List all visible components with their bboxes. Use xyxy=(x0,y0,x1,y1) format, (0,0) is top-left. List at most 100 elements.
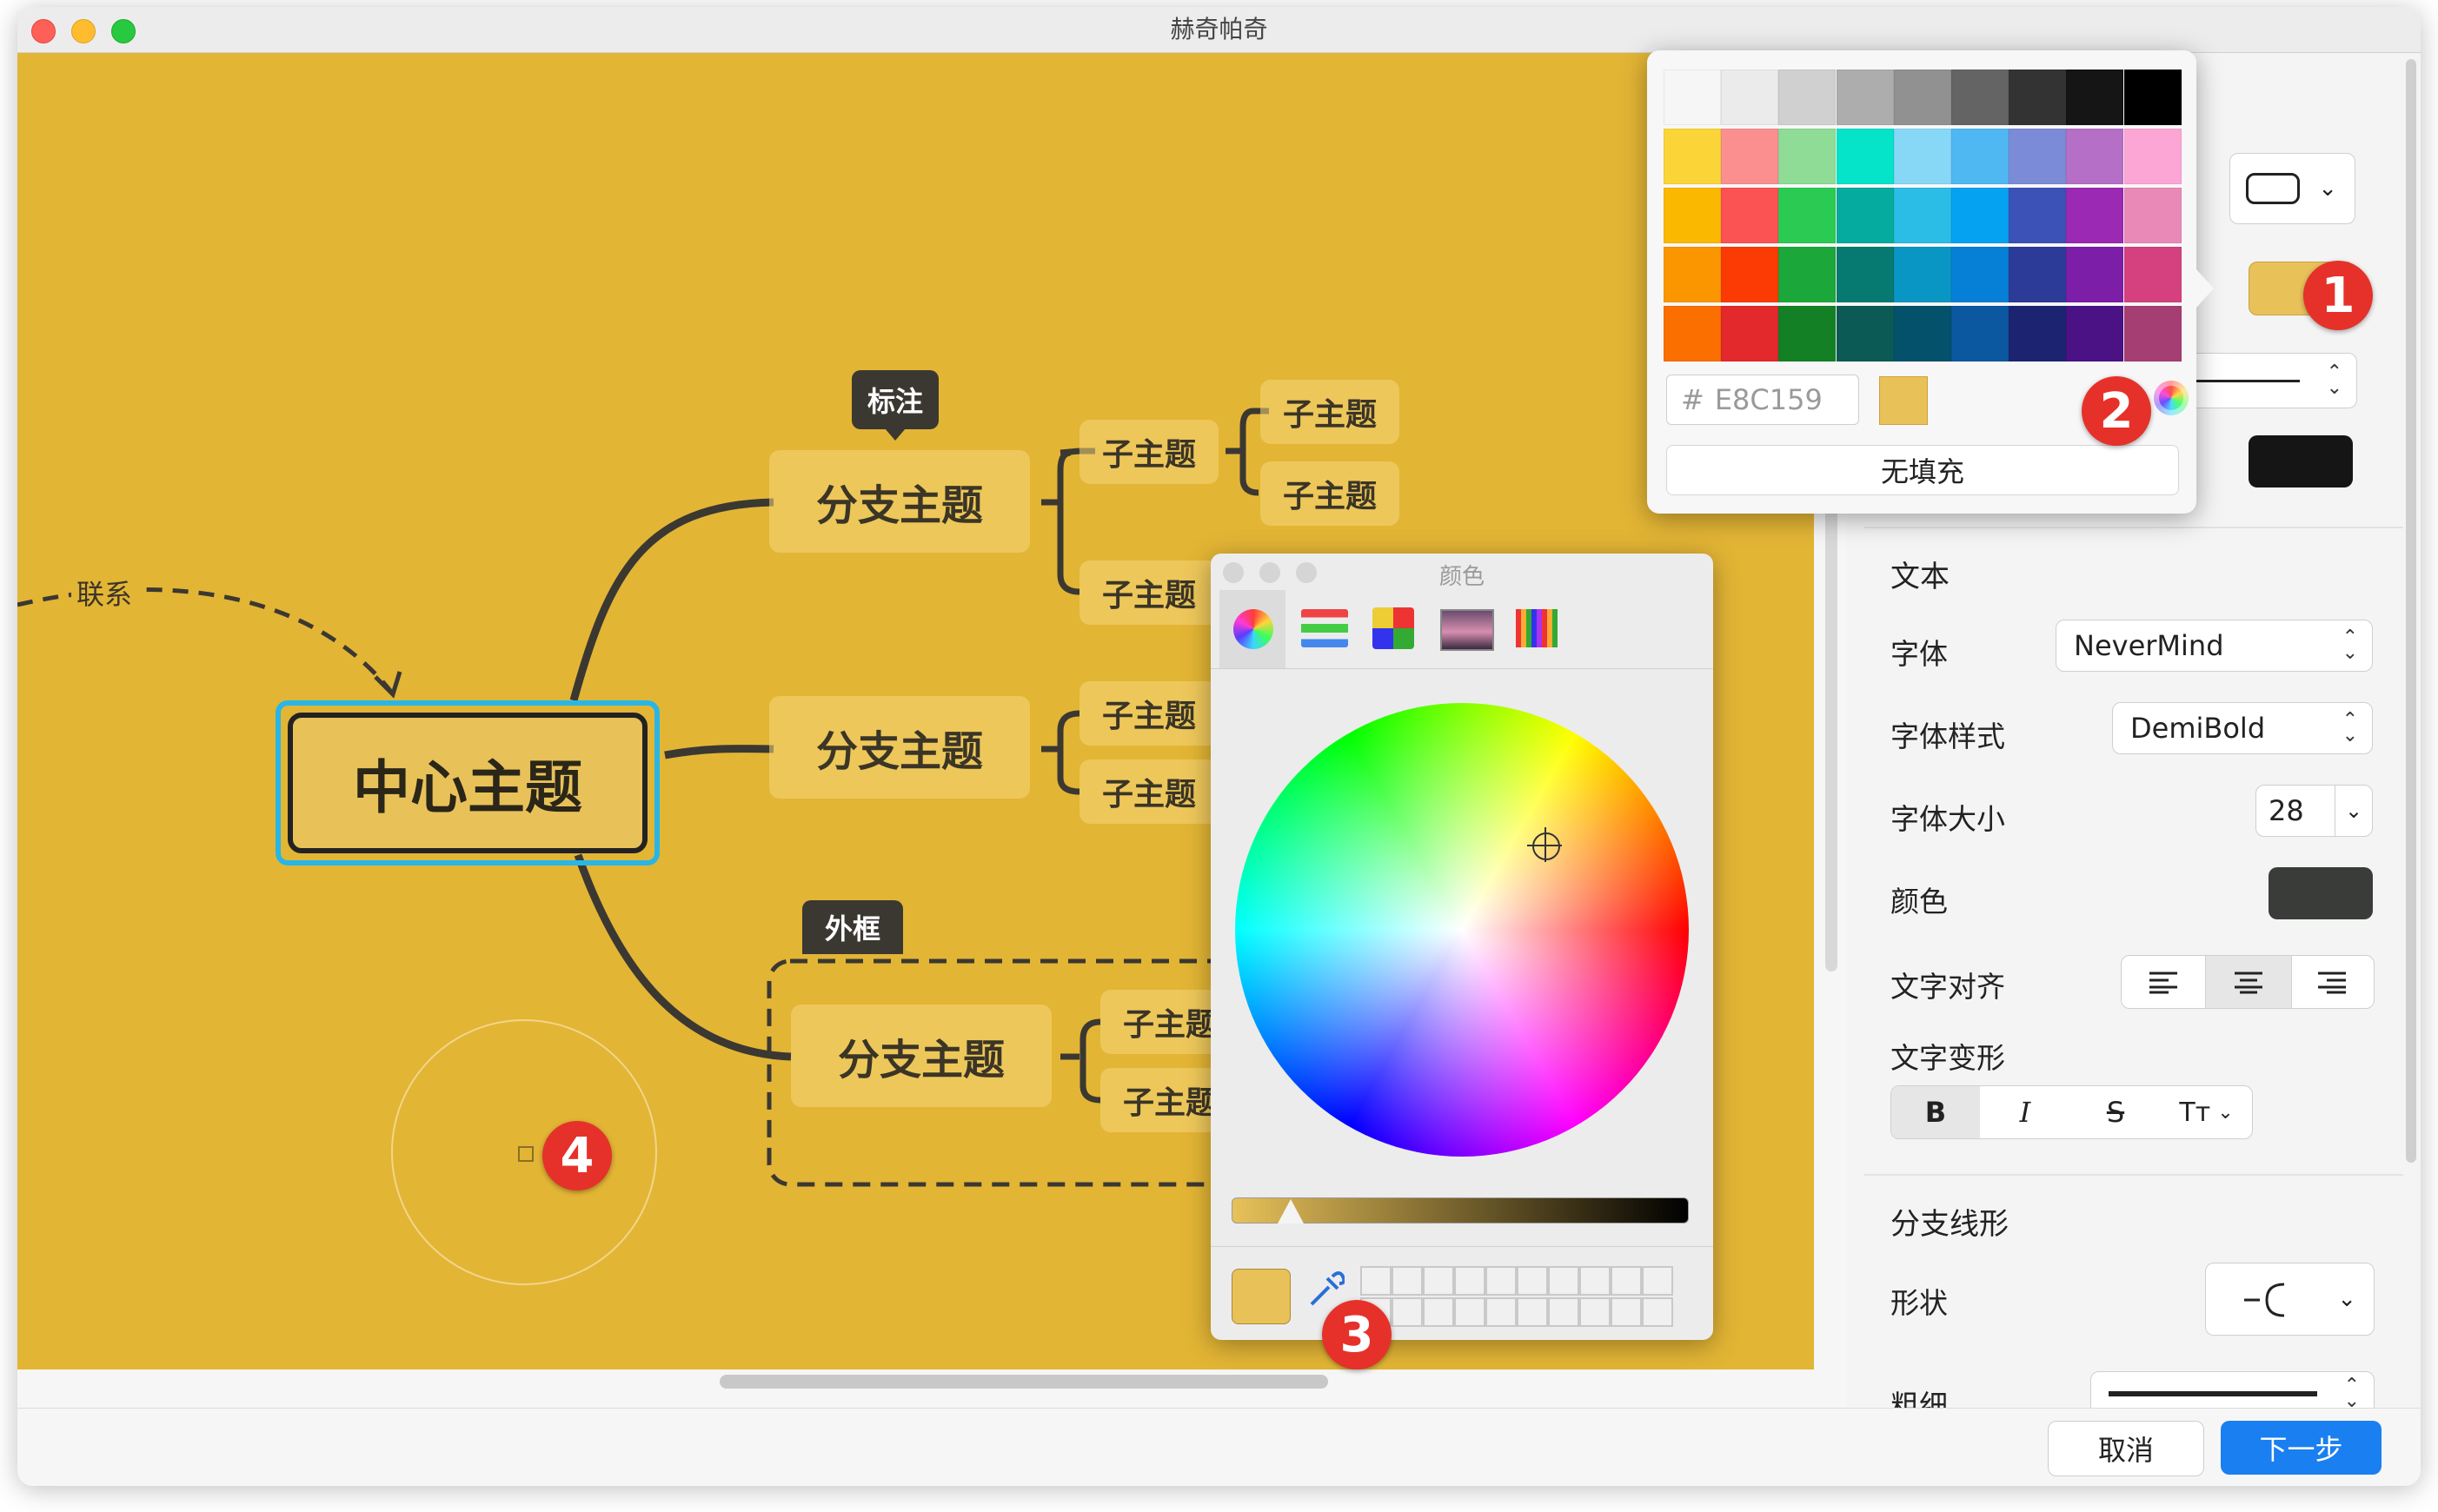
color-swatch-cell[interactable] xyxy=(1778,306,1837,361)
color-swatch-cell[interactable] xyxy=(2066,247,2124,302)
sub-topic-1b[interactable]: 子主题 xyxy=(1079,560,1219,625)
color-wheel-icon[interactable] xyxy=(2154,381,2189,415)
horizontal-scrollbar[interactable] xyxy=(720,1375,1328,1389)
saved-color-well[interactable] xyxy=(1548,1266,1579,1296)
color-palettes-tab[interactable] xyxy=(1367,604,1419,653)
color-swatch-cell[interactable] xyxy=(1951,129,2009,184)
color-swatch-cell[interactable] xyxy=(1721,247,1779,302)
color-swatch-cell[interactable] xyxy=(1893,247,1951,302)
color-swatch-cell[interactable] xyxy=(1664,70,1721,125)
relation-label[interactable]: 联系 xyxy=(71,573,138,613)
saved-color-well[interactable] xyxy=(1642,1297,1673,1327)
align-right-button[interactable] xyxy=(2290,956,2374,1008)
color-swatch-cell[interactable] xyxy=(1721,129,1779,184)
saved-color-well[interactable] xyxy=(1454,1297,1485,1327)
color-swatch-cell[interactable] xyxy=(1836,306,1894,361)
strikethrough-button[interactable]: S xyxy=(2070,1086,2161,1138)
sub-topic-1a-i[interactable]: 子主题 xyxy=(1260,380,1399,444)
font-select[interactable]: NeverMind ⌃ ⌄ xyxy=(2056,620,2373,672)
color-swatch-cell[interactable] xyxy=(1893,306,1951,361)
chevron-down-icon[interactable]: ⌄ xyxy=(2335,786,2372,836)
color-swatch-cell[interactable] xyxy=(1721,306,1779,361)
image-palettes-tab[interactable] xyxy=(1438,604,1494,653)
color-sliders-tab[interactable] xyxy=(1298,604,1350,653)
color-swatch-cell[interactable] xyxy=(2009,188,2067,243)
color-swatch-cell[interactable] xyxy=(1778,70,1837,125)
color-swatch-cell[interactable] xyxy=(1721,70,1779,125)
color-swatch-cell[interactable] xyxy=(1836,129,1894,184)
color-swatch-cell[interactable] xyxy=(2123,70,2182,125)
color-swatch-cell[interactable] xyxy=(1893,129,1951,184)
text-case-button[interactable]: Tт ⌄ xyxy=(2161,1086,2252,1138)
shape-select[interactable]: ⌄ xyxy=(2229,153,2355,224)
color-swatch-cell[interactable] xyxy=(1778,188,1837,243)
saved-color-well[interactable] xyxy=(1360,1266,1392,1296)
font-style-select[interactable]: DemiBold ⌃ ⌄ xyxy=(2112,702,2373,754)
border-style-select[interactable]: ⌃ ⌄ xyxy=(2169,353,2357,408)
color-wheel-tab[interactable] xyxy=(1219,590,1285,668)
line-shape-select[interactable]: ⌄ xyxy=(2205,1263,2375,1336)
color-swatch-cell[interactable] xyxy=(1778,247,1837,302)
color-swatch-cell[interactable] xyxy=(1893,188,1951,243)
saved-color-well[interactable] xyxy=(1579,1297,1611,1327)
color-swatch-cell[interactable] xyxy=(2066,188,2124,243)
saved-color-well[interactable] xyxy=(1454,1266,1485,1296)
color-swatch-cell[interactable] xyxy=(2123,188,2182,243)
branch-topic-3[interactable]: 分支主题 xyxy=(791,1005,1052,1107)
border-color-swatch[interactable] xyxy=(2249,435,2353,487)
saved-color-well[interactable] xyxy=(1392,1266,1423,1296)
sub-topic-1a[interactable]: 子主题 xyxy=(1079,420,1219,484)
sub-topic-2b[interactable]: 子主题 xyxy=(1079,759,1219,824)
bold-button[interactable]: B xyxy=(1891,1086,1980,1138)
color-swatch-cell[interactable] xyxy=(1664,188,1721,243)
color-swatch-cell[interactable] xyxy=(1836,188,1894,243)
font-size-combo[interactable]: 28 ⌄ xyxy=(2255,785,2373,837)
saved-color-well[interactable] xyxy=(1423,1266,1454,1296)
central-topic-selection[interactable]: 中心主题 xyxy=(276,700,660,865)
color-swatch-cell[interactable] xyxy=(1664,129,1721,184)
color-swatch-cell[interactable] xyxy=(1951,188,2009,243)
saved-color-well[interactable] xyxy=(1611,1297,1642,1327)
boundary-label[interactable]: 外框 xyxy=(802,900,903,954)
color-swatch-cell[interactable] xyxy=(2066,129,2124,184)
color-swatch-cell[interactable] xyxy=(2123,129,2182,184)
color-swatch-cell[interactable] xyxy=(1951,70,2009,125)
cancel-button[interactable]: 取消 xyxy=(2048,1421,2204,1476)
central-topic[interactable]: 中心主题 xyxy=(288,713,648,853)
color-swatch-cell[interactable] xyxy=(1664,306,1721,361)
branch-topic-2[interactable]: 分支主题 xyxy=(769,696,1030,799)
color-swatch-cell[interactable] xyxy=(2009,129,2067,184)
color-swatch-cell[interactable] xyxy=(1836,247,1894,302)
saved-color-well[interactable] xyxy=(1485,1266,1517,1296)
color-swatch-cell[interactable] xyxy=(1951,247,2009,302)
color-swatch-cell[interactable] xyxy=(2123,306,2182,361)
align-center-button[interactable] xyxy=(2205,956,2292,1008)
panel-scrollbar[interactable] xyxy=(2406,59,2416,1163)
brightness-slider-knob[interactable] xyxy=(1278,1199,1304,1224)
color-swatch-cell[interactable] xyxy=(1951,306,2009,361)
color-swatch-cell[interactable] xyxy=(1893,70,1951,125)
color-swatch-cell[interactable] xyxy=(2066,306,2124,361)
saved-color-well[interactable] xyxy=(1485,1297,1517,1327)
saved-color-well[interactable] xyxy=(1579,1266,1611,1296)
saved-color-well[interactable] xyxy=(1611,1266,1642,1296)
branch-topic-1[interactable]: 分支主题 xyxy=(769,450,1030,553)
pencils-tab[interactable] xyxy=(1511,604,1563,653)
color-swatch-cell[interactable] xyxy=(1836,70,1894,125)
color-swatch-cell[interactable] xyxy=(2123,247,2182,302)
color-swatch-cell[interactable] xyxy=(1721,188,1779,243)
saved-color-well[interactable] xyxy=(1642,1266,1673,1296)
saved-color-well[interactable] xyxy=(1517,1297,1548,1327)
callout-label[interactable]: 标注 xyxy=(852,370,939,429)
color-swatch-cell[interactable] xyxy=(2066,70,2124,125)
saved-color-well[interactable] xyxy=(1423,1297,1454,1327)
saved-color-well[interactable] xyxy=(1517,1266,1548,1296)
color-swatch-cell[interactable] xyxy=(1664,247,1721,302)
hex-input[interactable]: # E8C159 xyxy=(1666,375,1859,425)
current-color-well[interactable] xyxy=(1232,1269,1291,1324)
color-swatch-cell[interactable] xyxy=(2009,306,2067,361)
no-fill-button[interactable]: 无填充 xyxy=(1666,445,2179,495)
sub-topic-2a[interactable]: 子主题 xyxy=(1079,681,1219,746)
italic-button[interactable]: I xyxy=(1980,1086,2070,1138)
saved-color-well[interactable] xyxy=(1392,1297,1423,1327)
